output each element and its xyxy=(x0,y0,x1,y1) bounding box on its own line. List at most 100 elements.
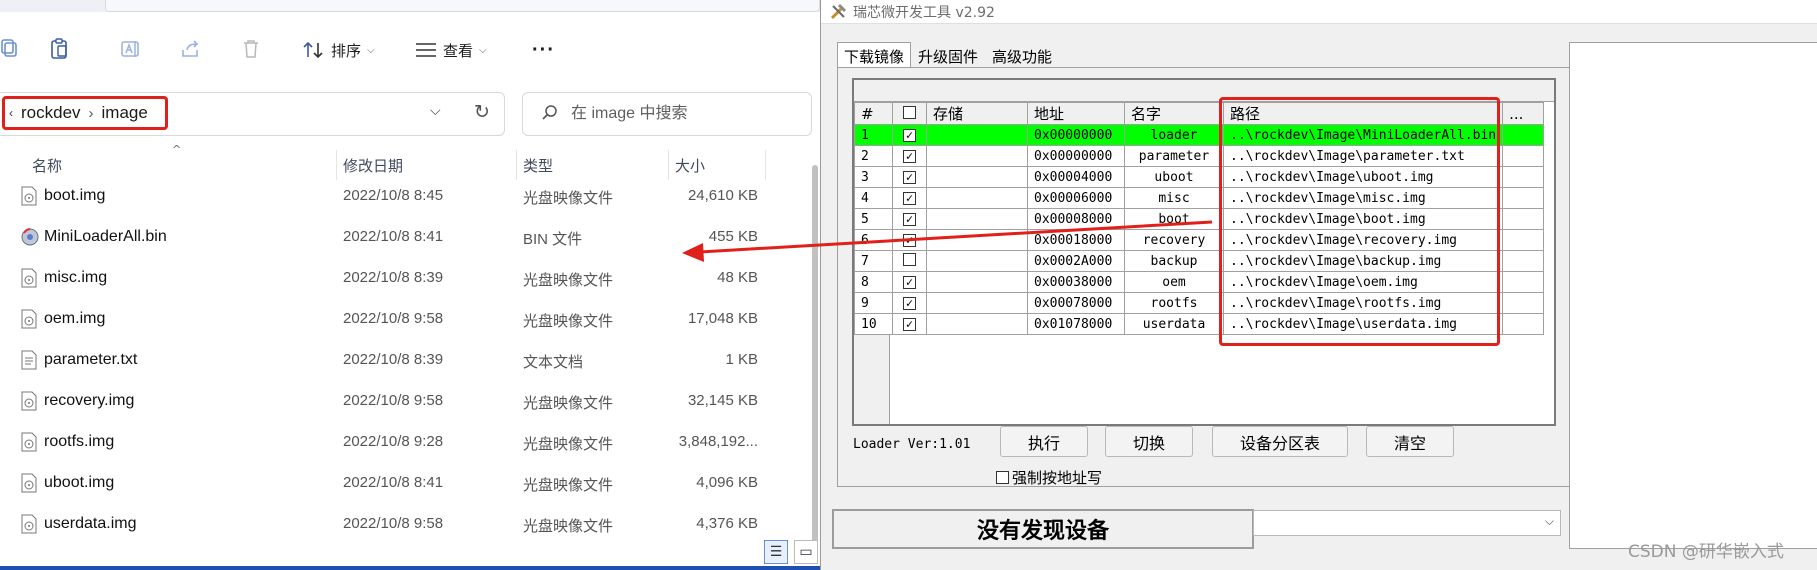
row-browse[interactable] xyxy=(1502,187,1545,209)
row-check[interactable]: ✓ xyxy=(892,166,927,188)
sort-button[interactable]: 排序 ⌵ xyxy=(303,36,375,64)
row-addr[interactable]: 0x00038000 xyxy=(1027,271,1125,293)
row-checkbox[interactable] xyxy=(903,252,916,266)
row-check[interactable] xyxy=(892,250,927,272)
row-browse[interactable] xyxy=(1502,271,1545,293)
rename-icon[interactable] xyxy=(116,34,146,64)
partition-row[interactable]: 6 ✓ 0x00018000 recovery ..\rockdev\Image\rec… xyxy=(854,229,1545,251)
select-all-checkbox[interactable] xyxy=(903,105,916,119)
row-path[interactable]: ..\rockdev\Image\misc.img xyxy=(1222,187,1504,209)
file-row[interactable]: boot.img 2022/10/8 8:45 光盘映像文件 24,610 KB xyxy=(0,175,765,216)
file-row[interactable]: recovery.img 2022/10/8 9:58 光盘映像文件 32,145 K… xyxy=(0,380,765,421)
row-check[interactable]: ✓ xyxy=(892,145,927,167)
row-checkbox[interactable]: ✓ xyxy=(903,296,916,310)
row-checkbox[interactable]: ✓ xyxy=(903,170,916,184)
breadcrumb-item-rockdev[interactable]: rockdev xyxy=(21,103,81,123)
row-path[interactable]: ..\rockdev\Image\MiniLoaderAll.bin xyxy=(1222,124,1504,146)
row-addr[interactable]: 0x00078000 xyxy=(1027,292,1125,314)
row-check[interactable]: ✓ xyxy=(892,271,927,293)
row-checkbox[interactable]: ✓ xyxy=(903,191,916,205)
file-row[interactable]: rootfs.img 2022/10/8 9:28 光盘映像文件 3,848,192.… xyxy=(0,421,765,462)
row-path[interactable]: ..\rockdev\Image\rootfs.img xyxy=(1222,292,1504,314)
row-checkbox[interactable]: ✓ xyxy=(903,149,916,163)
row-path[interactable]: ..\rockdev\Image\recovery.img xyxy=(1222,229,1504,251)
file-row[interactable]: misc.img 2022/10/8 8:39 光盘映像文件 48 KB xyxy=(0,257,765,298)
row-name[interactable]: backup xyxy=(1124,250,1224,272)
file-row[interactable]: MiniLoaderAll.bin 2022/10/8 8:41 BIN 文件 455… xyxy=(0,216,765,257)
more-options-button[interactable]: ··· xyxy=(532,36,555,64)
row-checkbox[interactable]: ✓ xyxy=(903,275,916,289)
vertical-scrollbar[interactable] xyxy=(812,165,818,545)
partition-row[interactable]: 8 ✓ 0x00038000 oem ..\rockdev\Image\oem.img xyxy=(854,271,1545,293)
row-name[interactable]: rootfs xyxy=(1124,292,1224,314)
partition-row[interactable]: 4 ✓ 0x00006000 misc ..\rockdev\Image\misc.im… xyxy=(854,187,1545,209)
partition-row[interactable]: 9 ✓ 0x00078000 rootfs ..\rockdev\Image\rootf… xyxy=(854,292,1545,314)
paste-icon[interactable] xyxy=(45,34,75,64)
row-check[interactable]: ✓ xyxy=(892,208,927,230)
row-addr[interactable]: 0x00000000 xyxy=(1027,145,1125,167)
file-row[interactable]: parameter.txt 2022/10/8 8:39 文本文档 1 KB xyxy=(0,339,765,380)
partition-row[interactable]: 5 ✓ 0x00008000 boot ..\rockdev\Image\boot.im… xyxy=(854,208,1545,230)
row-addr[interactable]: 0x00008000 xyxy=(1027,208,1125,230)
row-browse[interactable] xyxy=(1502,250,1545,272)
address-bar[interactable]: ‹ rockdev › image ⌵ ↻ xyxy=(0,92,505,136)
row-check[interactable]: ✓ xyxy=(892,229,927,251)
share-icon[interactable] xyxy=(176,34,206,64)
copy-icon[interactable] xyxy=(0,34,26,64)
row-addr[interactable]: 0x00006000 xyxy=(1027,187,1125,209)
tab-download-image[interactable]: 下载镜像 xyxy=(837,42,912,68)
tab-upgrade-firmware[interactable]: 升级固件 xyxy=(911,42,985,68)
details-view-icon[interactable]: ☰ xyxy=(764,540,788,564)
row-addr[interactable]: 0x0002A000 xyxy=(1027,250,1125,272)
refresh-icon[interactable]: ↻ xyxy=(474,101,490,123)
switch-button[interactable]: 切换 xyxy=(1105,426,1193,457)
partition-row[interactable]: 7 0x0002A000 backup ..\rockdev\Image\backup… xyxy=(854,250,1545,272)
clear-button[interactable]: 清空 xyxy=(1366,426,1454,457)
partition-row[interactable]: 1 ✓ 0x00000000 loader ..\rockdev\Image\MiniL… xyxy=(854,124,1545,146)
row-name[interactable]: oem xyxy=(1124,271,1224,293)
row-addr[interactable]: 0x01078000 xyxy=(1027,313,1125,335)
run-button[interactable]: 执行 xyxy=(1000,426,1088,457)
row-name[interactable]: userdata xyxy=(1124,313,1224,335)
partition-table-button[interactable]: 设备分区表 xyxy=(1212,426,1348,457)
row-name[interactable]: uboot xyxy=(1124,166,1224,188)
row-checkbox[interactable]: ✓ xyxy=(903,128,916,142)
row-browse[interactable] xyxy=(1502,229,1545,251)
search-input[interactable] xyxy=(571,101,801,127)
chevron-down-icon[interactable]: ⌵ xyxy=(430,103,441,119)
column-divider[interactable] xyxy=(765,150,766,180)
row-addr[interactable]: 0x00000000 xyxy=(1027,124,1125,146)
row-path[interactable]: ..\rockdev\Image\backup.img xyxy=(1222,250,1504,272)
row-checkbox[interactable]: ✓ xyxy=(903,317,916,331)
row-addr[interactable]: 0x00004000 xyxy=(1027,166,1125,188)
view-button[interactable]: 查看 ⌵ xyxy=(415,36,487,64)
file-row[interactable]: uboot.img 2022/10/8 8:41 光盘映像文件 4,096 KB xyxy=(0,462,765,503)
row-name[interactable]: loader xyxy=(1124,124,1224,146)
breadcrumb-item-image[interactable]: image xyxy=(102,103,148,123)
row-browse[interactable] xyxy=(1502,124,1545,146)
delete-icon[interactable] xyxy=(236,34,266,64)
explorer-tab[interactable] xyxy=(105,0,820,12)
row-browse[interactable] xyxy=(1502,145,1545,167)
row-path[interactable]: ..\rockdev\Image\parameter.txt xyxy=(1222,145,1504,167)
row-name[interactable]: parameter xyxy=(1124,145,1224,167)
row-path[interactable]: ..\rockdev\Image\oem.img xyxy=(1222,271,1504,293)
row-addr[interactable]: 0x00018000 xyxy=(1027,229,1125,251)
row-browse[interactable] xyxy=(1502,313,1545,335)
partition-row[interactable]: 3 ✓ 0x00004000 uboot ..\rockdev\Image\uboot.… xyxy=(854,166,1545,188)
row-check[interactable]: ✓ xyxy=(892,187,927,209)
file-row[interactable]: oem.img 2022/10/8 9:58 光盘映像文件 17,048 KB xyxy=(0,298,765,339)
row-path[interactable]: ..\rockdev\Image\uboot.img xyxy=(1222,166,1504,188)
row-check[interactable]: ✓ xyxy=(892,292,927,314)
row-path[interactable]: ..\rockdev\Image\boot.img xyxy=(1222,208,1504,230)
row-name[interactable]: recovery xyxy=(1124,229,1224,251)
row-checkbox[interactable]: ✓ xyxy=(903,233,916,247)
chevron-left-icon[interactable]: ‹ xyxy=(9,106,13,120)
header-check-all[interactable] xyxy=(892,102,927,125)
row-checkbox[interactable]: ✓ xyxy=(903,212,916,226)
row-path[interactable]: ..\rockdev\Image\userdata.img xyxy=(1222,313,1504,335)
row-check[interactable]: ✓ xyxy=(892,124,927,146)
partition-row[interactable]: 10 ✓ 0x01078000 userdata ..\rockdev\Image\us… xyxy=(854,313,1545,335)
row-browse[interactable] xyxy=(1502,166,1545,188)
device-select[interactable]: ⌵ xyxy=(1253,510,1561,536)
